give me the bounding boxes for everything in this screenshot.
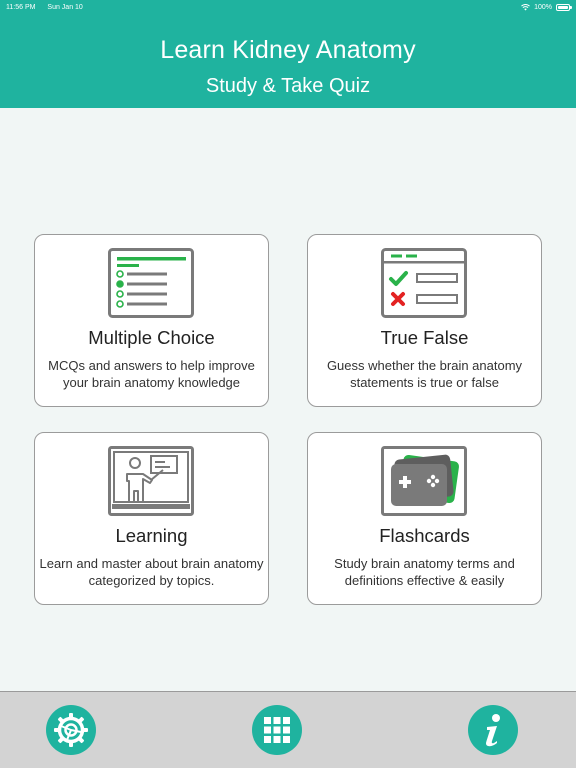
multiple-choice-card[interactable]: Multiple Choice MCQs and answers to help… xyxy=(34,234,269,407)
checklist-icon xyxy=(108,248,194,318)
flashcards-desc-line1: Study brain anatomy terms and xyxy=(334,556,515,571)
learning-desc-line2: categorized by topics. xyxy=(88,573,215,588)
true-false-desc-line2: statements is true or false xyxy=(350,375,499,390)
battery-icon xyxy=(556,3,572,11)
teacher-board-icon xyxy=(108,446,194,516)
multiple-choice-desc-line2: your brain anatomy knowledge xyxy=(62,375,241,390)
learning-title: Learning xyxy=(115,525,188,546)
battery-percent: 100% xyxy=(534,3,552,11)
status-bar: 11:56 PM Sun Jan 10 100% xyxy=(0,0,576,14)
true-false-desc-line1: Guess whether the brain anatomy xyxy=(326,358,523,373)
true-false-title: True False xyxy=(380,327,469,348)
app-subtitle: Study & Take Quiz xyxy=(205,75,371,97)
categories-button[interactable] xyxy=(252,705,302,755)
settings-button[interactable] xyxy=(46,705,96,755)
status-time: 11:56 PM xyxy=(6,3,36,11)
bottom-tab-bar xyxy=(0,691,576,768)
app-title: Learn Kidney Anatomy xyxy=(160,36,416,64)
wifi-icon xyxy=(521,3,530,10)
battery-fill xyxy=(558,5,568,9)
flashcards-desc-line2: definitions effective & easily xyxy=(344,573,505,588)
grid-menu-icon xyxy=(264,717,290,743)
status-right: 100% xyxy=(521,3,572,11)
learning-card[interactable]: Learning Learn and master about brain an… xyxy=(34,432,269,605)
multiple-choice-desc-line1: MCQs and answers to help improve xyxy=(48,358,255,373)
flashcards-gamepad-icon xyxy=(381,446,467,516)
true-false-description: Guess whether the brain anatomy statemen… xyxy=(308,357,541,391)
settings-gear-icon xyxy=(54,713,88,747)
learning-description: Learn and master about brain anatomy cat… xyxy=(35,555,268,589)
info-button[interactable] xyxy=(468,705,518,755)
true-false-card[interactable]: True False Guess whether the brain anato… xyxy=(307,234,542,407)
app-header: Learn Kidney Anatomy Study & Take Quiz xyxy=(0,0,576,108)
multiple-choice-title: Multiple Choice xyxy=(88,327,215,348)
flashcards-card[interactable]: Flashcards Study brain anatomy terms and… xyxy=(307,432,542,605)
multiple-choice-description: MCQs and answers to help improve your br… xyxy=(35,357,268,391)
status-left: 11:56 PM Sun Jan 10 xyxy=(6,4,93,11)
flashcards-title: Flashcards xyxy=(379,525,470,546)
learning-desc-line1: Learn and master about brain anatomy xyxy=(39,556,264,571)
true-false-icon xyxy=(381,248,467,318)
status-date: Sun Jan 10 xyxy=(47,3,83,11)
info-icon xyxy=(486,714,500,747)
flashcards-description: Study brain anatomy terms and definition… xyxy=(308,555,541,589)
